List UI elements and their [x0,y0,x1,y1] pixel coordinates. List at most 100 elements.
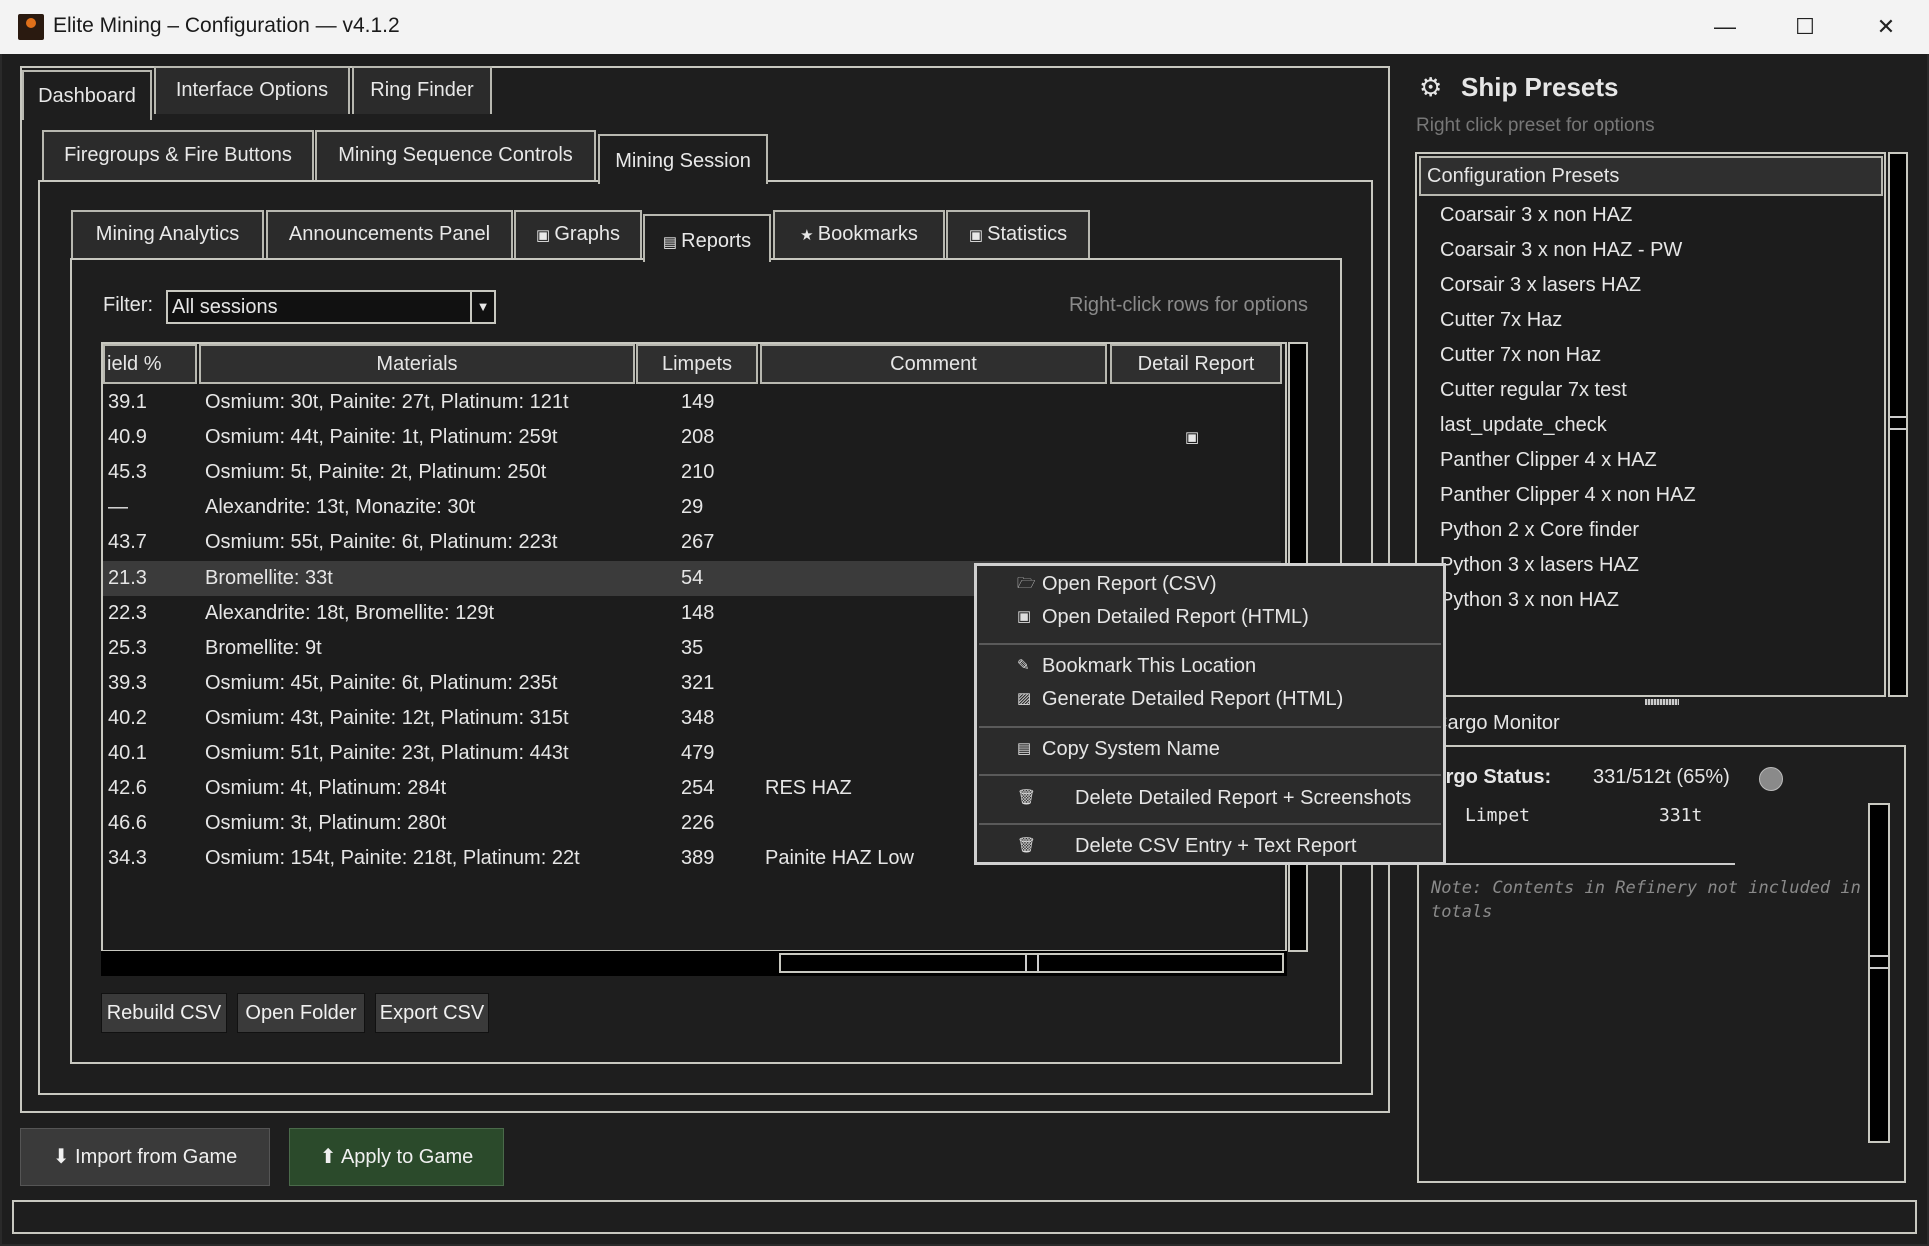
menu-item-open-detailed-report[interactable]: ▣ Open Detailed Report (HTML) [977,600,1443,634]
cell-limpets: 348 [681,706,715,729]
tab-interface-options[interactable]: Interface Options [154,66,350,114]
preset-item[interactable]: last_update_check [1440,408,1607,443]
cell-yield: 42.6 [108,777,147,800]
cell-comment: Painite HAZ Low [765,847,914,870]
folder-icon: 🗁 [1017,575,1036,592]
maximize-button[interactable]: ☐ [1785,10,1825,44]
tab-graphs[interactable]: ▣ Graphs [514,210,642,258]
pane-sash-handle[interactable] [1645,699,1679,705]
preset-item[interactable]: Python 3 x lasers HAZ [1440,548,1639,583]
right-click-hint: Right-click rows for options [1069,294,1308,316]
cell-materials: Osmium: 51t, Painite: 23t, Platinum: 443… [205,742,569,764]
preset-item[interactable]: Panther Clipper 4 x HAZ [1440,443,1657,478]
cell-comment: RES HAZ [765,777,852,800]
menu-separator [979,774,1441,776]
cell-limpets: 208 [681,426,715,449]
window-title: Elite Mining – Configuration — v4.1.2 [53,14,400,37]
tab-dashboard[interactable]: Dashboard [22,70,152,120]
menu-item-copy-system-name[interactable]: ▤ Copy System Name [977,732,1443,766]
tab-reports[interactable]: ▤ Reports [643,214,771,262]
table-horizontal-scrollbar[interactable] [101,951,1287,976]
table-row[interactable]: — Alexandrite: 13t, Monazite: 30t 29 [103,490,1281,525]
preset-item[interactable]: Cutter regular 7x test [1440,373,1627,408]
ship-presets-subtitle: Right click preset for options [1416,115,1655,136]
menu-item-generate-detailed-report[interactable]: ▨ Generate Detailed Report (HTML) [977,682,1443,716]
column-header-detail-report[interactable]: Detail Report [1110,344,1282,384]
cell-yield: 39.1 [108,391,147,413]
tab-statistics[interactable]: ▣ Statistics [946,210,1090,258]
cell-detail-report: ▣ [1185,429,1200,447]
cell-limpets: 389 [681,847,715,870]
cell-limpets: 226 [681,812,715,835]
status-bar [12,1200,1917,1234]
cell-yield: 43.7 [108,531,147,554]
tab-firegroups[interactable]: Firegroups & Fire Buttons [42,130,314,180]
column-header-yield[interactable]: ield % [103,344,197,384]
cell-yield: 45.3 [108,461,147,484]
cell-limpets: 35 [681,636,704,659]
preset-item[interactable]: Corsair 3 x lasers HAZ [1440,268,1641,303]
filter-select[interactable]: All sessions ▼ [166,290,496,324]
tab-announcements-panel[interactable]: Announcements Panel [266,210,513,258]
tab-mining-session[interactable]: Mining Session [598,134,768,184]
tab-label: Reports [681,230,752,252]
cell-limpets: 479 [681,742,715,764]
tab-mining-analytics[interactable]: Mining Analytics [71,210,264,258]
minimize-button[interactable]: — [1705,10,1745,44]
tab-bookmarks[interactable]: ★ Bookmarks [773,210,945,258]
import-from-game-button[interactable]: ⬇ Import from Game [20,1128,270,1186]
preset-item[interactable]: Python 2 x Core finder [1440,513,1639,548]
tab-ring-finder[interactable]: Ring Finder [352,66,492,114]
clipboard-icon: ▤ [1017,740,1032,757]
tab-label: Statistics [987,223,1068,245]
preset-item[interactable]: Panther Clipper 4 x non HAZ [1440,478,1696,513]
ship-presets-title: Ship Presets [1461,72,1619,102]
table-row[interactable]: 39.1 Osmium: 30t, Painite: 27t, Platinum:… [103,385,1281,420]
cargo-status-value: 331/512t (65%) [1593,766,1730,788]
export-csv-button[interactable]: Export CSV [375,993,489,1033]
menu-separator [979,726,1441,728]
chart-icon: ▣ [536,227,555,244]
apply-to-game-button[interactable]: ⬆ Apply to Game [289,1128,504,1186]
cell-materials: Bromellite: 9t [205,636,322,659]
chevron-down-icon[interactable]: ▼ [470,292,494,322]
tab-mining-sequence[interactable]: Mining Sequence Controls [315,130,596,180]
preset-item[interactable]: Coarsair 3 x non HAZ - PW [1440,233,1682,268]
cell-materials: Osmium: 44t, Painite: 1t, Platinum: 259t [205,426,558,449]
column-header-materials[interactable]: Materials [199,344,635,384]
preset-item[interactable]: Cutter 7x Haz [1440,303,1562,338]
table-row[interactable]: 45.3 Osmium: 5t, Painite: 2t, Platinum: 2… [103,455,1281,490]
menu-item-open-report-csv[interactable]: 🗁 Open Report (CSV) [977,567,1443,601]
column-header-comment[interactable]: Comment [760,344,1107,384]
rebuild-csv-button[interactable]: Rebuild CSV [101,993,227,1033]
cell-materials: Osmium: 45t, Painite: 6t, Platinum: 235t [205,671,558,694]
cell-materials: Osmium: 4t, Platinum: 284t [205,777,447,800]
menu-item-bookmark-location[interactable]: ✎ Bookmark This Location [977,649,1443,683]
table-row[interactable]: 40.9 Osmium: 44t, Painite: 1t, Platinum: … [103,420,1281,455]
cargo-scrollbar[interactable] [1868,803,1890,1143]
cargo-item-qty: 331t [1659,805,1703,826]
menu-item-delete-detailed-report[interactable]: 🗑 Delete Detailed Report + Screenshots [977,781,1443,815]
column-header-limpets[interactable]: Limpets [636,344,758,384]
close-button[interactable]: ✕ [1866,10,1906,44]
presets-scrollbar[interactable] [1888,152,1908,697]
tab-label: Graphs [554,223,620,245]
cell-limpets: 267 [681,531,715,554]
cell-yield: — [108,496,128,519]
menu-item-delete-csv-entry[interactable]: 🗑 Delete CSV Entry + Text Report [977,829,1443,863]
cell-limpets: 254 [681,777,715,800]
horizontal-scroll-thumb[interactable] [779,953,1284,973]
cargo-note: Note: Contents in Refinery not included … [1431,878,1861,922]
cell-yield: 39.3 [108,671,147,694]
cell-yield: 21.3 [108,566,147,589]
preset-item[interactable]: Cutter 7x non Haz [1440,338,1601,373]
chart-icon: ▣ [968,227,988,244]
table-row[interactable]: 43.7 Osmium: 55t, Painite: 6t, Platinum: … [103,525,1281,560]
tab-label: Announcements Panel [288,223,491,245]
preset-item[interactable]: Coarsair 3 x non HAZ [1440,198,1632,233]
open-folder-button[interactable]: Open Folder [237,993,365,1033]
filter-value: All sessions [172,296,278,318]
preset-item[interactable]: Python 3 x non HAZ [1440,583,1619,618]
pin-icon: ✎ [1017,657,1030,674]
cell-yield: 34.3 [108,847,147,870]
